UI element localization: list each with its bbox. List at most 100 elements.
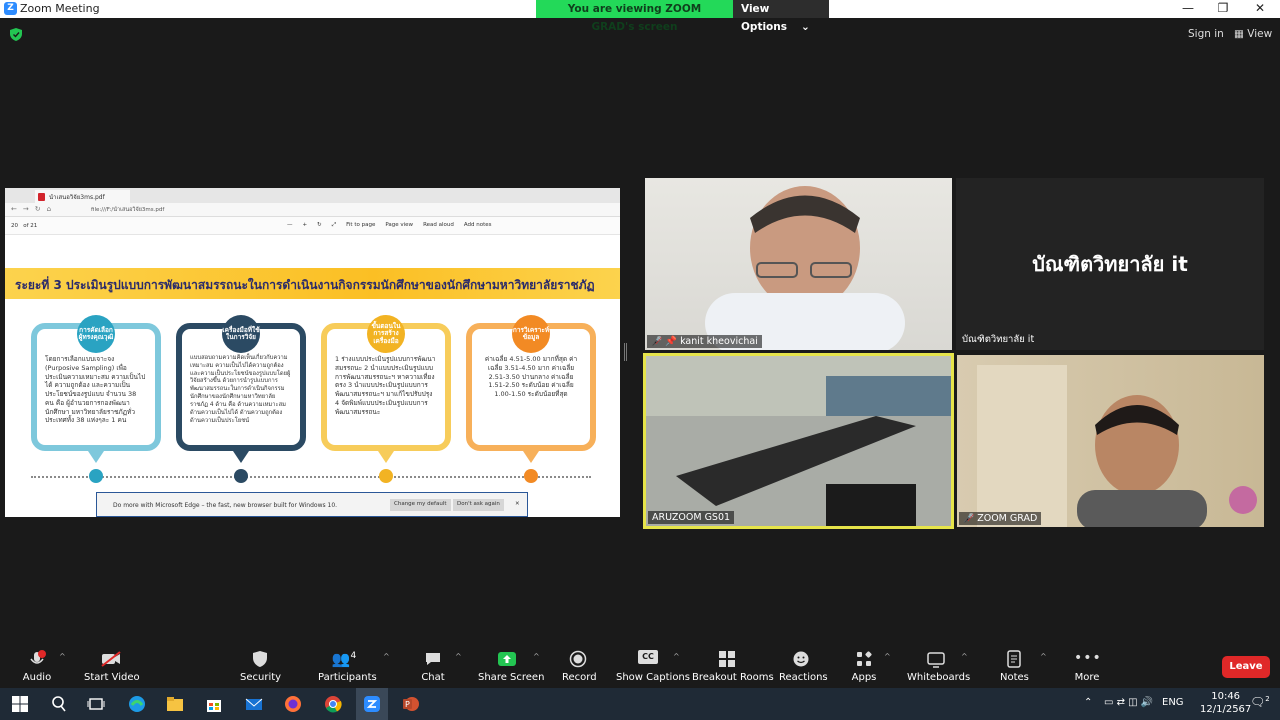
pdf-toolbar: 20 of 21 — + ↻ ⤢ Fit to page Page view R…	[5, 217, 620, 235]
participant-video	[977, 365, 1257, 527]
audio-button[interactable]: Audio	[22, 644, 52, 683]
window-title: Zoom Meeting	[20, 2, 100, 15]
start-video-button[interactable]: Start Video	[84, 644, 140, 683]
record-button[interactable]: Record	[562, 644, 597, 683]
box-body: 1 ร่างแบบประเมินรูปแบบการพัฒนาสมรรถนะ 2 …	[335, 355, 436, 416]
view-options-button[interactable]: View Options ⌄	[733, 0, 829, 33]
video-tile-aruzoom[interactable]: ARUZOOM GS01	[643, 353, 954, 529]
page-view-button[interactable]: Page view	[385, 222, 413, 229]
video-tile-zoom-grad[interactable]: 🎤̸ ZOOM GRAD	[957, 355, 1264, 527]
timeline-dot-2	[234, 469, 248, 483]
timeline-dot-1	[89, 469, 103, 483]
video-tile-graduate-it[interactable]: บัณฑิตวิทยาลัย it บัณฑิตวิทยาลัย it	[956, 178, 1264, 350]
share-screen-button[interactable]: Share Screen	[478, 644, 544, 683]
browser-tab-strip: นำเสนอวิจัย3ms.pdf	[5, 188, 620, 203]
close-promo-icon[interactable]: ✕	[511, 499, 524, 511]
add-notes-button[interactable]: Add notes	[464, 222, 492, 229]
chat-options-caret[interactable]: ^	[455, 652, 462, 661]
captions-options-caret[interactable]: ^	[673, 652, 680, 661]
apps-button[interactable]: Apps	[851, 644, 877, 683]
viewing-status: You are viewing ZOOM GRAD's screen	[536, 0, 733, 33]
participants-icon: 👥4	[331, 650, 357, 668]
browser-tab[interactable]: นำเสนอวิจัย3ms.pdf	[35, 190, 130, 203]
fit-to-page-button[interactable]: Fit to page	[346, 222, 375, 229]
show-captions-button[interactable]: CC Show Captions	[616, 644, 690, 683]
box-heading: การคัดเลือกผู้ทรงคุณวุฒิ	[77, 315, 115, 353]
box-heading: ขั้นตอนในการสร้างเครื่องมือ	[367, 315, 405, 353]
close-window-button[interactable]: ✕	[1242, 0, 1278, 18]
mail-icon[interactable]	[245, 695, 263, 713]
read-aloud-button[interactable]: Read aloud	[423, 222, 454, 229]
muted-mic-icon: 🎤̸	[963, 514, 975, 524]
whiteboard-icon	[927, 652, 945, 668]
tray-icons[interactable]: ▭ ⇄ ◫ 🔊	[1104, 697, 1153, 708]
breakout-rooms-button[interactable]: Breakout Rooms	[692, 644, 774, 683]
minimize-button[interactable]: —	[1170, 0, 1206, 18]
audio-options-caret[interactable]: ^	[59, 652, 66, 661]
store-icon[interactable]	[205, 695, 223, 713]
zoom-in-button[interactable]: +	[303, 222, 308, 229]
notification-center-icon[interactable]: 🗨2	[1250, 695, 1270, 709]
browser-nav-icons: ←→↻⌂	[11, 205, 58, 213]
sign-in-link[interactable]: Sign in	[1188, 28, 1224, 40]
view-grid-icon: ▦	[1234, 28, 1244, 40]
video-camera-off-icon	[101, 651, 121, 667]
more-button[interactable]: ••• More	[1074, 644, 1101, 683]
file-explorer-icon[interactable]	[166, 695, 184, 713]
view-button[interactable]: ▦ View	[1234, 28, 1272, 40]
share-screen-icon	[498, 652, 516, 666]
powerpoint-icon[interactable]: P	[402, 695, 420, 713]
search-icon[interactable]	[50, 695, 68, 713]
task-view-icon[interactable]	[87, 695, 105, 713]
meeting-toolbar: Audio ^ Start Video Security 👥4 Particip…	[0, 644, 1280, 688]
box-body: โดยการเลือกแบบเจาะจง (Purposive Sampling…	[45, 355, 146, 425]
participants-options-caret[interactable]: ^	[383, 652, 390, 661]
edge-promo-bar: Do more with Microsoft Edge – the fast, …	[96, 492, 528, 517]
reactions-button[interactable]: Reactions	[779, 644, 828, 683]
apps-options-caret[interactable]: ^	[884, 652, 891, 661]
slide-box-4: การวิเคราะห์ข้อมูล ค่าเฉลี่ย 4.51-5.00 ม…	[466, 315, 596, 451]
edge-browser-icon[interactable]	[128, 695, 146, 713]
security-button[interactable]: Security	[240, 644, 281, 683]
input-language[interactable]: ENG	[1162, 697, 1184, 708]
share-banner: You are viewing ZOOM GRAD's screen View …	[536, 0, 829, 33]
firefox-icon[interactable]	[284, 695, 302, 713]
video-tile-kanit[interactable]: 🎤̸ 📌 kanit kheovichai	[645, 178, 952, 350]
clock[interactable]: 10:46 12/1/2567	[1200, 690, 1251, 716]
slide-box-1: การคัดเลือกผู้ทรงคุณวุฒิ โดยการเลือกแบบเ…	[31, 315, 161, 451]
taskbar-zoom-active[interactable]	[356, 688, 388, 720]
box-heading: การวิเคราะห์ข้อมูล	[512, 315, 550, 353]
chrome-icon[interactable]	[324, 695, 342, 713]
edge-promo-message: Do more with Microsoft Edge – the fast, …	[113, 502, 338, 509]
notes-button[interactable]: Notes	[1000, 644, 1029, 683]
fullscreen-button[interactable]: ⤢	[332, 222, 336, 229]
zoom-out-button[interactable]: —	[287, 222, 293, 229]
pdf-tools: — + ↻ ⤢ Fit to page Page view Read aloud…	[287, 222, 492, 229]
participant-display-name: บัณฑิตวิทยาลัย it	[1032, 252, 1188, 276]
box-heading: เครื่องมือที่ใช้ในการวิจัย	[222, 315, 260, 353]
pointer-4	[523, 451, 539, 463]
change-default-button[interactable]: Change my default	[390, 499, 451, 511]
participants-button[interactable]: 👥4 Participants	[318, 644, 377, 683]
tray-expand-icon[interactable]: ⌃	[1084, 697, 1092, 708]
dont-ask-button[interactable]: Don't ask again	[453, 499, 504, 511]
address-bar[interactable]: ←→↻⌂ file:///F:/นำเสนอวิจัย3ms.pdf	[5, 203, 620, 217]
split-drag-handle[interactable]	[624, 343, 627, 361]
slide-box-2: เครื่องมือที่ใช้ในการวิจัย แบบสอบถามความ…	[176, 315, 306, 451]
svg-text:P: P	[405, 700, 410, 709]
share-options-caret[interactable]: ^	[533, 652, 540, 661]
url-text: file:///F:/นำเสนอวิจัย3ms.pdf	[91, 207, 165, 213]
whiteboards-options-caret[interactable]: ^	[961, 652, 968, 661]
whiteboards-button[interactable]: Whiteboards	[907, 644, 970, 683]
windows-start-icon[interactable]	[11, 695, 29, 713]
leave-button[interactable]: Leave	[1222, 656, 1270, 678]
rotate-button[interactable]: ↻	[317, 222, 322, 229]
pointer-1	[88, 451, 104, 463]
encryption-shield-icon[interactable]	[10, 28, 22, 41]
maximize-button[interactable]: ❐	[1205, 0, 1241, 18]
box-body: ค่าเฉลี่ย 4.51-5.00 มากที่สุด ค่าเฉลี่ย …	[484, 355, 578, 399]
notes-options-caret[interactable]: ^	[1040, 652, 1047, 661]
chat-button[interactable]: Chat	[420, 644, 446, 683]
shared-screen: นำเสนอวิจัย3ms.pdf ←→↻⌂ file:///F:/นำเสน…	[5, 188, 620, 517]
muted-mic-icon: 🎤̸	[651, 337, 663, 347]
